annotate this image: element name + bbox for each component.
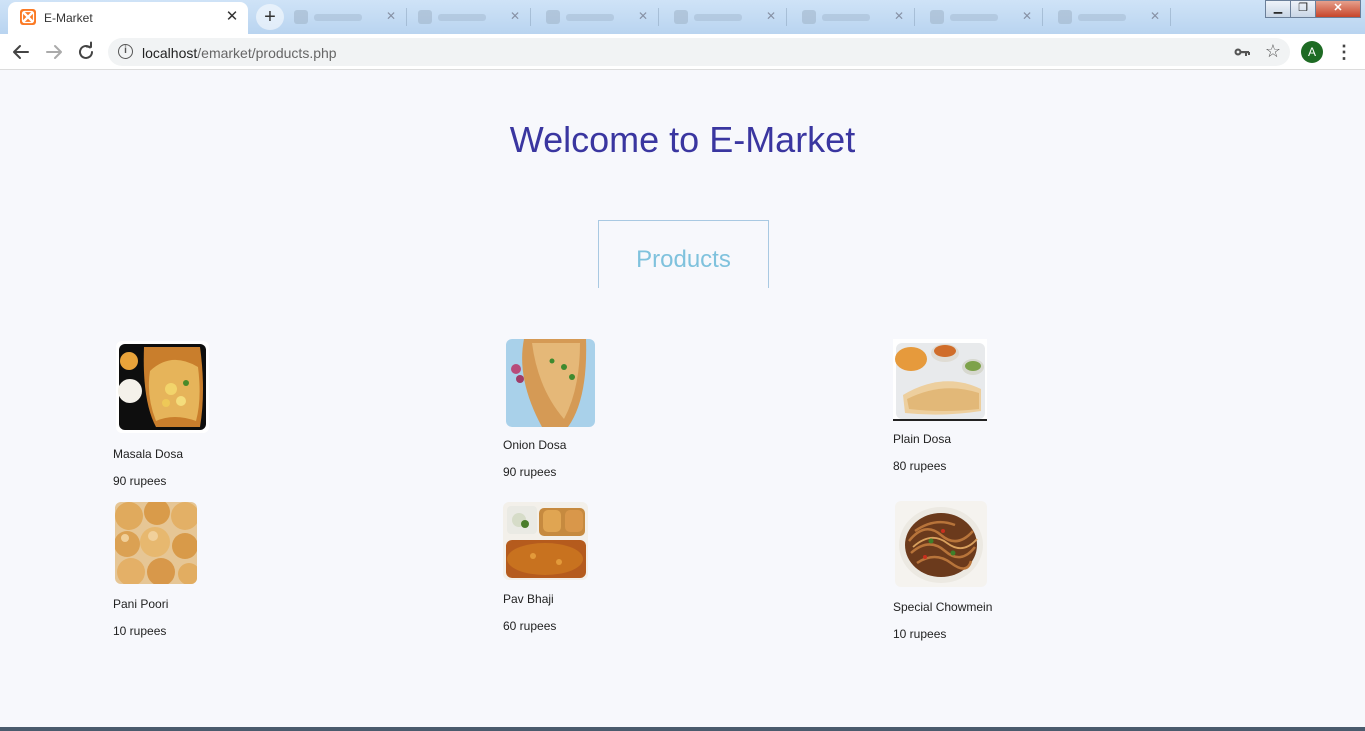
key-icon[interactable] xyxy=(1232,42,1252,62)
close-tab-icon[interactable]: ✕ xyxy=(1150,9,1160,23)
onion-dosa-image[interactable] xyxy=(506,339,595,427)
close-tab-icon[interactable]: ✕ xyxy=(766,9,776,23)
tab-favicon-icon xyxy=(294,10,308,24)
xampp-favicon-icon xyxy=(20,9,36,25)
product-name: Onion Dosa xyxy=(503,438,567,452)
background-tab[interactable]: ✕ xyxy=(284,6,408,28)
background-tab[interactable]: ✕ xyxy=(664,6,788,28)
product-price: 80 rupees xyxy=(893,459,947,473)
product-card[interactable]: Onion Dosa 90 rupees xyxy=(503,339,703,479)
product-price: 10 rupees xyxy=(893,627,947,641)
products-tab[interactable]: Products xyxy=(598,220,769,288)
product-name: Special Chowmein xyxy=(893,600,993,614)
close-tab-icon[interactable]: ✕ xyxy=(638,9,648,23)
plain-dosa-image[interactable] xyxy=(893,339,987,421)
tab-favicon-icon xyxy=(802,10,816,24)
tab-favicon-icon xyxy=(674,10,688,24)
product-card[interactable]: Pani Poori 10 rupees xyxy=(113,501,313,641)
tab-favicon-icon xyxy=(418,10,432,24)
browser-toolbar: i localhost/emarket/products.php ☆ A ⋮ xyxy=(0,34,1365,70)
product-card[interactable]: Pav Bhaji 60 rupees xyxy=(503,501,703,641)
product-name: Masala Dosa xyxy=(113,447,184,461)
product-price: 60 rupees xyxy=(503,619,557,633)
forward-icon[interactable] xyxy=(41,39,67,65)
url-path: /emarket/products.php xyxy=(197,45,337,61)
product-card[interactable]: Special Chowmein 10 rupees xyxy=(893,501,1093,641)
info-icon[interactable]: i xyxy=(118,44,133,59)
close-tab-icon[interactable]: ✕ xyxy=(386,9,396,23)
page-content: Welcome to E-Market Products Masala Dosa… xyxy=(0,71,1365,731)
address-bar[interactable]: i localhost/emarket/products.php ☆ xyxy=(108,38,1290,66)
background-tab[interactable]: ✕ xyxy=(792,6,916,28)
product-card[interactable]: Masala Dosa 90 rupees xyxy=(113,339,313,489)
product-name: Pani Poori xyxy=(113,597,169,611)
product-price: 10 rupees xyxy=(113,624,167,638)
product-name: Plain Dosa xyxy=(893,432,952,446)
page-title: Welcome to E-Market xyxy=(509,119,856,160)
background-tab[interactable]: ✕ xyxy=(536,6,660,28)
window-close-icon[interactable]: ✕ xyxy=(1315,0,1361,18)
background-tab[interactable]: ✕ xyxy=(408,6,532,28)
background-tab[interactable]: ✕ xyxy=(1048,6,1172,28)
taskbar-edge xyxy=(0,727,1365,731)
reload-icon[interactable] xyxy=(73,39,99,65)
products-tab-label: Products xyxy=(636,246,731,273)
background-tab[interactable]: ✕ xyxy=(920,6,1044,28)
close-tab-icon[interactable]: ✕ xyxy=(1022,9,1032,23)
pav-bhaji-image[interactable] xyxy=(503,502,588,580)
minimize-icon[interactable]: ▁ xyxy=(1265,0,1291,18)
product-name: Pav Bhaji xyxy=(503,592,554,606)
bookmark-star-icon[interactable]: ☆ xyxy=(1263,40,1283,62)
close-tab-icon[interactable]: ✕ xyxy=(894,9,904,23)
new-tab-button[interactable]: + xyxy=(256,4,284,30)
product-price: 90 rupees xyxy=(503,465,557,479)
masala-dosa-image[interactable] xyxy=(116,341,209,433)
special-chowmein-image[interactable] xyxy=(895,501,987,587)
restore-icon[interactable]: ❐ xyxy=(1290,0,1316,18)
close-tab-icon[interactable]: ✕ xyxy=(224,9,240,25)
tab-favicon-icon xyxy=(546,10,560,24)
product-price: 90 rupees xyxy=(113,474,167,488)
url-host: localhost xyxy=(142,45,198,61)
pani-poori-image[interactable] xyxy=(115,502,197,584)
tab-emarket[interactable]: E-Market ✕ xyxy=(8,2,248,34)
product-card[interactable]: Plain Dosa 80 rupees xyxy=(893,339,1093,479)
url-text[interactable]: localhost/emarket/products.php xyxy=(142,45,337,61)
tab-title: E-Market xyxy=(44,11,93,25)
tab-favicon-icon xyxy=(930,10,944,24)
tab-strip: E-Market ✕ + ✕ ✕ ✕ ✕ ✕ ✕ ✕ ▁ ❐ ✕ xyxy=(0,0,1365,34)
back-icon[interactable] xyxy=(8,39,34,65)
menu-icon[interactable]: ⋮ xyxy=(1334,40,1354,64)
avatar[interactable]: A xyxy=(1301,41,1323,63)
window-controls: ▁ ❐ ✕ xyxy=(1265,0,1361,18)
close-tab-icon[interactable]: ✕ xyxy=(510,9,520,23)
tab-favicon-icon xyxy=(1058,10,1072,24)
